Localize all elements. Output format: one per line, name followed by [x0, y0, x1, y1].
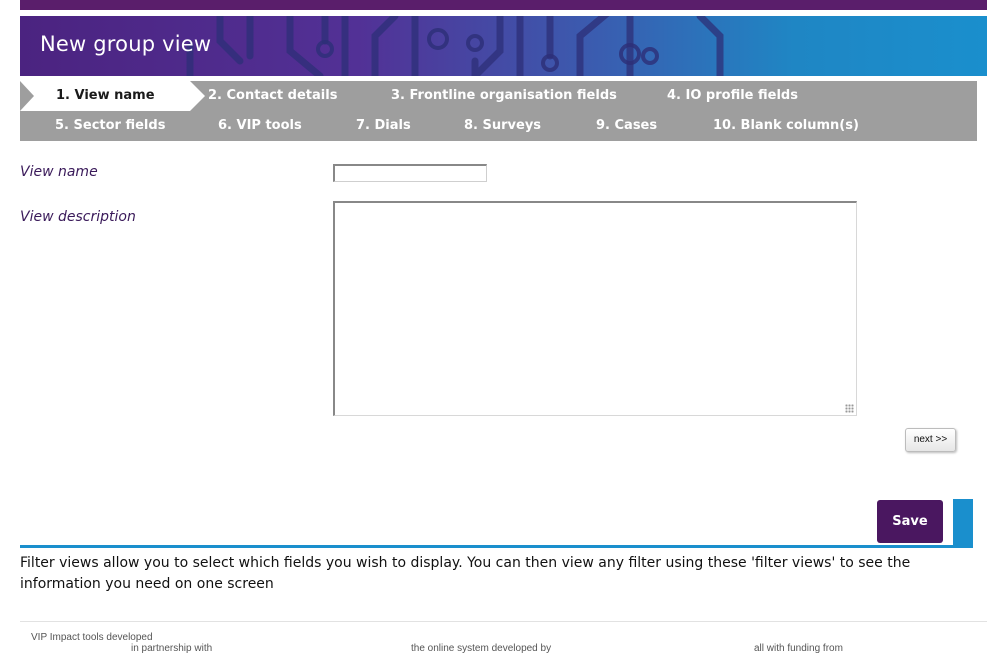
wizard-step-blank-columns[interactable]: 10. Blank column(s) — [713, 118, 859, 133]
footer-partnership-text: in partnership with — [131, 643, 213, 654]
accent-tab — [953, 499, 973, 547]
view-description-label: View description — [20, 209, 136, 225]
wizard-step-cases[interactable]: 9. Cases — [596, 118, 657, 133]
view-name-label: View name — [20, 164, 98, 180]
resize-handle-icon[interactable] — [845, 404, 854, 413]
step-notch — [20, 81, 34, 111]
wizard-step-sector-fields[interactable]: 5. Sector fields — [55, 118, 165, 133]
info-text: Filter views allow you to select which f… — [20, 555, 911, 592]
view-description-textarea[interactable] — [333, 201, 857, 416]
next-button[interactable]: next >> — [905, 428, 956, 452]
wizard-step-frontline-organisation-fields[interactable]: 3. Frontline organisation fields — [391, 88, 617, 103]
page-banner: New group view — [20, 16, 987, 76]
wizard-step-dials[interactable]: 7. Dials — [356, 118, 411, 133]
save-button[interactable]: Save — [877, 500, 943, 543]
footer-funding-text: all with funding from — [754, 643, 843, 654]
wizard-step-io-profile-fields[interactable]: 4. IO profile fields — [667, 88, 798, 103]
wizard-step-vip-tools[interactable]: 6. VIP tools — [218, 118, 302, 133]
top-bar — [20, 0, 987, 10]
wizard-steps: 1. View name 2. Contact details 3. Front… — [20, 81, 977, 141]
divider-line — [20, 545, 973, 548]
footer-divider — [20, 621, 987, 622]
wizard-step-view-name[interactable]: 1. View name — [56, 88, 155, 103]
page-title: New group view — [40, 32, 212, 56]
wizard-step-contact-details[interactable]: 2. Contact details — [208, 88, 337, 103]
view-name-input[interactable] — [333, 164, 487, 182]
wizard-step-surveys[interactable]: 8. Surveys — [464, 118, 541, 133]
footer-online-system-text: the online system developed by — [411, 643, 552, 654]
footer-developed-text: VIP Impact tools developed — [31, 632, 153, 643]
